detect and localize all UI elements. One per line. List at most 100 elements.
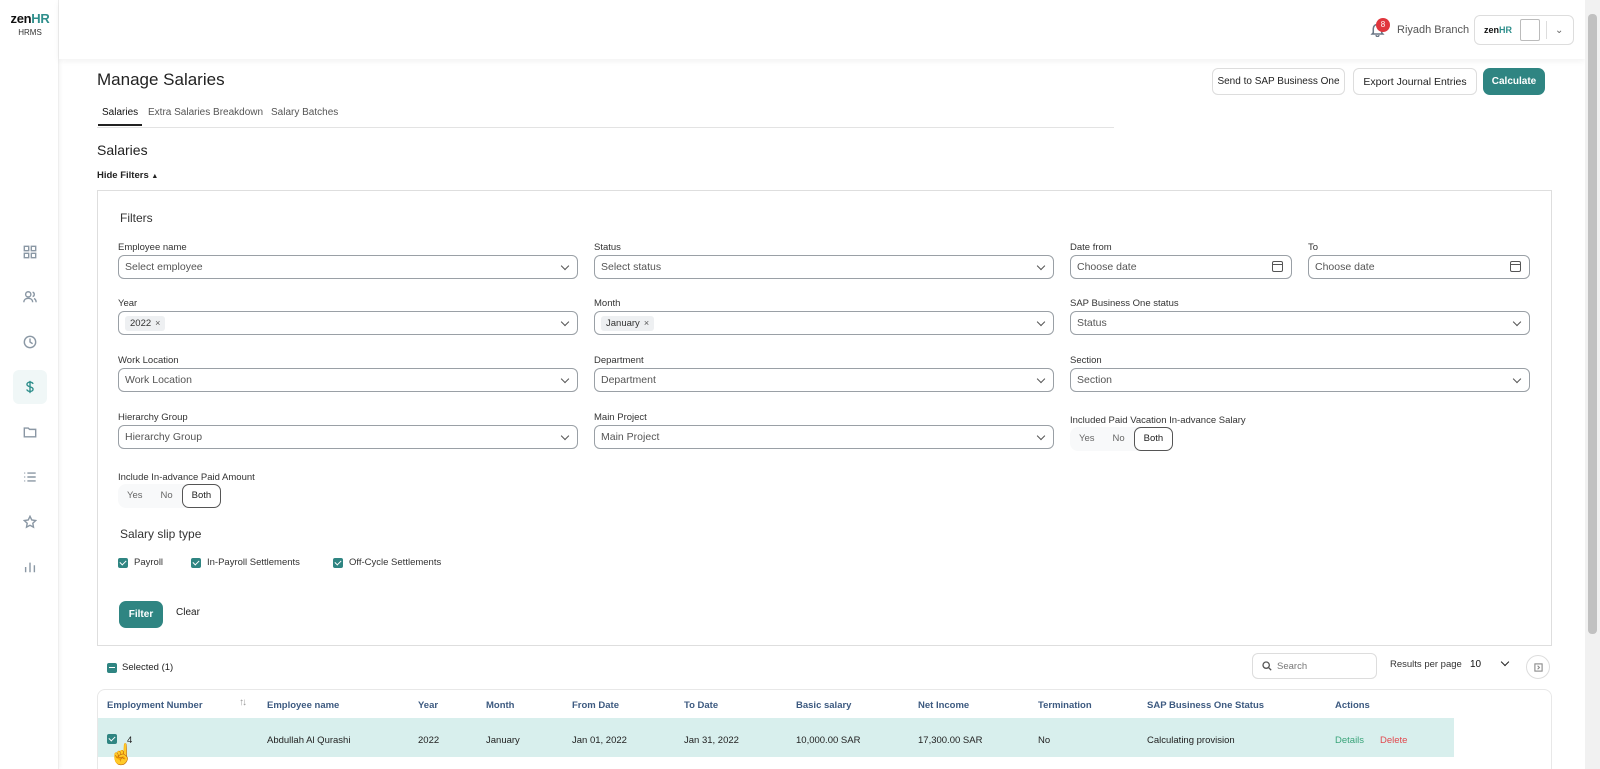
- sap-status-select[interactable]: Status: [1070, 311, 1530, 335]
- nav-payroll[interactable]: [13, 370, 47, 404]
- zenhr-logo[interactable]: zenHR HRMS: [7, 11, 53, 37]
- chevron-down-icon[interactable]: [1500, 657, 1510, 667]
- paid-vacation-label: Included Paid Vacation In-advance Salary: [1070, 415, 1246, 426]
- cell-to-date: Jan 31, 2022: [684, 735, 739, 746]
- col-termination[interactable]: Termination: [1038, 700, 1092, 711]
- branch-name[interactable]: Riyadh Branch: [1397, 24, 1469, 36]
- tab-salary-batches[interactable]: Salary Batches: [271, 107, 338, 118]
- hierarchy-group-select[interactable]: Hierarchy Group: [118, 425, 578, 449]
- department-label: Department: [594, 355, 644, 366]
- col-month[interactable]: Month: [486, 700, 515, 711]
- col-sap-status[interactable]: SAP Business One Status: [1147, 700, 1264, 711]
- filter-button[interactable]: Filter: [119, 601, 163, 628]
- employee-name-select[interactable]: Select employee: [118, 255, 578, 279]
- payroll-checkbox[interactable]: Payroll: [118, 557, 163, 568]
- hierarchy-group-placeholder: Hierarchy Group: [125, 431, 203, 443]
- top-bar: 8 Riyadh Branch zenHR ⌄: [59, 0, 1585, 59]
- checkbox-checked-icon[interactable]: [333, 557, 343, 568]
- list-icon: [24, 472, 36, 482]
- delete-link[interactable]: Delete: [1380, 735, 1407, 746]
- main-project-label: Main Project: [594, 412, 647, 423]
- col-employment-number[interactable]: Employment Number: [107, 700, 203, 711]
- month-chip: January ×: [601, 315, 655, 331]
- col-net-income[interactable]: Net Income: [918, 700, 969, 711]
- nav-dashboard[interactable]: [13, 235, 47, 269]
- chevron-down-icon: [1036, 317, 1046, 327]
- nav-time[interactable]: [13, 325, 47, 359]
- date-from-placeholder: Choose date: [1077, 261, 1137, 273]
- year-chip-label: 2022: [130, 317, 152, 329]
- work-location-select[interactable]: Work Location: [118, 368, 578, 392]
- date-to-input[interactable]: Choose date: [1308, 255, 1530, 279]
- page-scrollbar[interactable]: [1585, 0, 1600, 769]
- search-icon: [1262, 661, 1272, 671]
- remove-chip-icon[interactable]: ×: [644, 318, 649, 328]
- nav-people[interactable]: [13, 280, 47, 314]
- nav-performance[interactable]: [13, 505, 47, 539]
- column-settings-button[interactable]: [1526, 655, 1550, 679]
- inadvance-paid-both[interactable]: Both: [181, 484, 222, 508]
- department-select[interactable]: Department: [594, 368, 1054, 392]
- sort-icon[interactable]: ↑↓: [239, 697, 247, 708]
- export-journal-entries-button[interactable]: Export Journal Entries: [1353, 68, 1477, 95]
- results-per-page-select[interactable]: 10: [1470, 659, 1481, 670]
- in-payroll-settlements-label: In-Payroll Settlements: [207, 557, 300, 568]
- col-basic-salary[interactable]: Basic salary: [796, 700, 851, 711]
- inadvance-paid-yes[interactable]: Yes: [118, 484, 152, 508]
- calendar-icon[interactable]: [1510, 261, 1521, 272]
- col-actions: Actions: [1335, 700, 1370, 711]
- scrollbar-thumb[interactable]: [1588, 14, 1597, 634]
- sap-status-label: SAP Business One status: [1070, 298, 1179, 309]
- chevron-down-icon: [560, 317, 570, 327]
- section-title: Salaries: [97, 142, 148, 158]
- company-logo-accent: HR: [1499, 25, 1513, 35]
- chevron-down-icon: [560, 431, 570, 441]
- remove-chip-icon[interactable]: ×: [155, 318, 160, 328]
- col-to-date[interactable]: To Date: [684, 700, 718, 711]
- nav-reports[interactable]: [13, 550, 47, 584]
- inadvance-paid-no[interactable]: No: [152, 484, 182, 508]
- nav-requests[interactable]: [13, 460, 47, 494]
- status-select[interactable]: Select status: [594, 255, 1054, 279]
- date-from-input[interactable]: Choose date: [1070, 255, 1292, 279]
- col-employee-name[interactable]: Employee name: [267, 700, 339, 711]
- checkbox-checked-icon[interactable]: [118, 557, 128, 568]
- year-select[interactable]: 2022 ×: [118, 311, 578, 335]
- hide-filters-label: Hide Filters: [97, 170, 149, 181]
- send-to-sap-button[interactable]: Send to SAP Business One: [1212, 68, 1345, 95]
- selected-count[interactable]: Selected (1): [107, 662, 173, 673]
- hide-filters-toggle[interactable]: Hide Filters ▲: [97, 170, 158, 181]
- bar-chart-icon: [24, 562, 36, 573]
- select-all-checkbox[interactable]: [107, 662, 117, 673]
- employee-name-label: Employee name: [118, 242, 187, 253]
- page-title: Manage Salaries: [97, 70, 225, 89]
- off-cycle-settlements-checkbox[interactable]: Off-Cycle Settlements: [333, 557, 441, 568]
- calendar-icon[interactable]: [1272, 261, 1283, 272]
- nav-documents[interactable]: [13, 415, 47, 449]
- tab-extra-salaries-breakdown[interactable]: Extra Salaries Breakdown: [148, 107, 263, 118]
- main-project-select[interactable]: Main Project: [594, 425, 1054, 449]
- department-placeholder: Department: [601, 374, 656, 386]
- filters-heading: Filters: [120, 211, 153, 225]
- date-to-label: To: [1308, 242, 1319, 253]
- section-select[interactable]: Section: [1070, 368, 1530, 392]
- col-from-date[interactable]: From Date: [572, 700, 619, 711]
- account-switcher[interactable]: zenHR ⌄: [1474, 15, 1574, 45]
- checkbox-checked-icon[interactable]: [191, 557, 201, 568]
- tab-salaries[interactable]: Salaries: [97, 107, 143, 126]
- details-link[interactable]: Details: [1335, 735, 1364, 746]
- salary-slip-type-title: Salary slip type: [120, 527, 202, 541]
- col-year[interactable]: Year: [418, 700, 438, 711]
- table-search-input[interactable]: Search: [1252, 653, 1377, 679]
- people-icon: [23, 291, 37, 303]
- paid-vacation-yes[interactable]: Yes: [1070, 427, 1104, 451]
- in-payroll-settlements-checkbox[interactable]: In-Payroll Settlements: [191, 557, 300, 568]
- chevron-down-icon: [1512, 317, 1522, 327]
- calculate-button[interactable]: Calculate: [1483, 68, 1545, 95]
- caret-up-icon: ▲: [151, 173, 159, 180]
- paid-vacation-no[interactable]: No: [1104, 427, 1134, 451]
- clear-button[interactable]: Clear: [176, 607, 200, 618]
- paid-vacation-both[interactable]: Both: [1133, 427, 1174, 451]
- month-select[interactable]: January ×: [594, 311, 1054, 335]
- work-location-label: Work Location: [118, 355, 179, 366]
